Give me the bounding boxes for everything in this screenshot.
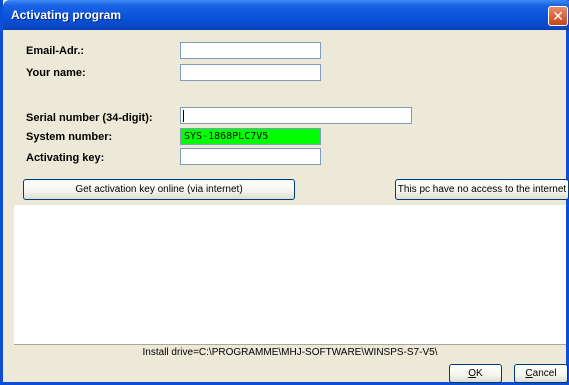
system-number-field: SYS-1868PLC7V5 <box>180 128 321 145</box>
name-label: Your name: <box>26 67 86 79</box>
cancel-label-rest: ancel <box>532 368 557 379</box>
cancel-mnemonic: C <box>525 368 533 379</box>
activating-key-label: Activating key: <box>26 152 105 164</box>
title-bar[interactable]: Activating program ✕ <box>3 0 569 30</box>
email-label: Email-Adr.: <box>26 45 85 57</box>
ok-button[interactable]: OK <box>449 364 502 383</box>
serial-label: Serial number (34-digit): <box>26 112 153 124</box>
name-field[interactable] <box>180 64 321 81</box>
email-field[interactable] <box>180 42 321 59</box>
ok-mnemonic: O <box>468 368 477 379</box>
install-drive-status: Install drive=C:\PROGRAMME\MHJ-SOFTWARE\… <box>14 344 566 360</box>
activating-key-field[interactable] <box>180 148 321 165</box>
close-icon[interactable]: ✕ <box>548 6 568 26</box>
no-internet-access-button[interactable]: This pc have no access to the internet <box>395 179 569 200</box>
activation-dialog: Activating program ✕ Email-Adr.: Your na… <box>0 0 569 385</box>
cancel-button[interactable]: Cancel <box>514 364 568 383</box>
ok-label-rest: K <box>476 368 483 379</box>
system-number-label: System number: <box>26 131 113 143</box>
text-caret <box>183 110 184 122</box>
serial-number-field[interactable] <box>180 107 412 124</box>
window-title: Activating program <box>11 8 122 22</box>
output-panel[interactable] <box>14 205 566 344</box>
get-key-online-button[interactable]: Get activation key online (via internet) <box>23 179 295 200</box>
